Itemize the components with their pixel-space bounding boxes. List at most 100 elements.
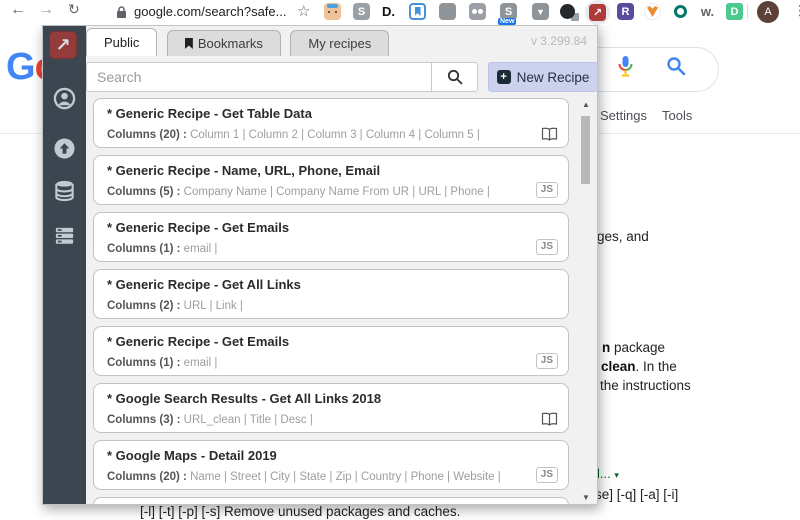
settings-link[interactable]: Settings <box>600 108 647 123</box>
chrome-menu-icon[interactable]: ⋮ <box>793 2 800 19</box>
circle-teal-icon[interactable] <box>672 3 689 20</box>
dataminer-icon[interactable]: ↗ <box>585 0 610 25</box>
recipe-card[interactable]: * Google Search Results - Get All Links … <box>93 383 569 433</box>
back-icon[interactable]: ← <box>10 1 26 19</box>
screen: ← → ↻ google.com/search?safe... ☆ S D. S… <box>0 0 800 520</box>
binoculars-icon[interactable] <box>469 3 486 20</box>
recipe-card[interactable]: * Generic Recipe - Get Emails Columns (1… <box>93 212 569 262</box>
recipe-card[interactable]: * Generic Recipe - Get Emails Columns (1… <box>93 326 569 376</box>
recipe-columns-label: Columns (1) : <box>107 243 181 255</box>
url-dropdown-icon[interactable]: ▾ <box>614 470 619 480</box>
search-button[interactable] <box>431 62 478 92</box>
recipe-columns-label: Columns (20) : <box>107 471 187 483</box>
snippet-rest: package <box>610 340 666 355</box>
mic-icon[interactable] <box>617 55 634 79</box>
result-snippet: clean. In the <box>601 359 677 374</box>
result-url-link[interactable]: l... ▾ <box>597 466 619 481</box>
dataminer-logo-icon[interactable]: ↗ <box>49 31 77 59</box>
funnel-glyph: ▼ <box>536 6 545 17</box>
tab-my-recipes[interactable]: My recipes <box>290 30 390 56</box>
recipe-area: * Generic Recipe - Get Table Data Column… <box>86 98 599 504</box>
tools-link[interactable]: Tools <box>662 108 692 123</box>
recipe-card[interactable]: * Generic Recipe - Name, URL, Phone, Ema… <box>93 155 569 205</box>
bookmark-blue-icon[interactable] <box>409 3 426 20</box>
book-icon <box>541 412 558 426</box>
new-badge: New <box>498 18 517 25</box>
tab-bar: Public Bookmarks My recipes <box>86 28 394 56</box>
reload-icon[interactable]: ↻ <box>68 1 80 18</box>
recipe-card-partial[interactable] <box>93 497 569 504</box>
recipe-columns: Columns (2) : URL | Link | <box>107 300 528 312</box>
recipe-title: * Generic Recipe - Get Emails <box>107 220 290 235</box>
filter-icon[interactable]: ▼ <box>532 3 549 20</box>
book-icon <box>541 127 558 141</box>
google-search-icon[interactable] <box>666 56 686 76</box>
recipe-columns: Columns (3) : URL_clean | Title | Desc | <box>107 414 528 426</box>
plus-icon: + <box>496 70 511 84</box>
emoji-eye <box>328 11 330 13</box>
recipe-columns-label: Columns (3) : <box>107 414 181 426</box>
result-url-text: l... <box>597 466 611 481</box>
recipe-columns-values: Company Name | Company Name From UR | UR… <box>180 186 490 198</box>
recipe-list: * Generic Recipe - Get Table Data Column… <box>86 98 599 490</box>
recipe-columns-label: Columns (1) : <box>107 357 181 369</box>
recipe-card[interactable]: * Google Maps - Detail 2019 Columns (20)… <box>93 440 569 490</box>
s-gray-icon[interactable]: S <box>353 3 370 20</box>
recipe-columns: Columns (1) : email | <box>107 357 528 369</box>
recipe-columns: Columns (5) : Company Name | Company Nam… <box>107 186 528 198</box>
d-dot-icon[interactable]: D. <box>380 3 397 20</box>
result-snippet: the instructions <box>600 378 691 393</box>
snippet-rest: . In the <box>635 359 677 374</box>
recipe-columns-values: email | <box>180 357 218 369</box>
snippet-bold: n <box>602 340 611 355</box>
recipe-title: * Google Maps - Detail 2019 <box>107 448 277 463</box>
search-input[interactable] <box>86 62 432 92</box>
upload-icon[interactable] <box>53 137 76 160</box>
scroll-up-icon[interactable]: ▲ <box>579 100 593 109</box>
snippet-bold: clean <box>601 359 636 374</box>
profile-avatar[interactable]: A <box>757 1 779 23</box>
result-snippet-bottom: [-l] [-t] [-p] [-s] Remove unused packag… <box>140 504 461 519</box>
js-badge: JS <box>535 467 558 483</box>
popup-scrollbar[interactable]: ▲ ▼ <box>579 98 593 504</box>
scroll-down-icon[interactable]: ▼ <box>579 493 593 502</box>
w-dot-icon[interactable]: w. <box>699 3 716 20</box>
popup-sidebar: ↗ <box>43 26 86 504</box>
recipe-columns-values: URL | Link | <box>180 300 243 312</box>
extension-popup: ↗ Public Bookmarks My recipes v 3.299.84… <box>42 25 598 505</box>
gray-app-icon[interactable] <box>439 3 456 20</box>
recipe-columns-values: URL_clean | Title | Desc | <box>180 414 313 426</box>
address-bar[interactable]: google.com/search?safe... <box>134 4 286 19</box>
new-recipe-button[interactable]: + New Recipe <box>488 62 598 92</box>
bookmark-tab-icon <box>184 38 193 49</box>
recipe-columns-values: Column 1 | Column 2 | Column 3 | Column … <box>186 129 480 141</box>
js-badge: JS <box>535 239 558 255</box>
tab-public[interactable]: Public <box>86 28 158 56</box>
bookmark-star-icon[interactable]: ☆ <box>297 2 310 20</box>
bookmark-glyph <box>414 7 421 16</box>
tab-bookmarks[interactable]: Bookmarks <box>166 30 281 56</box>
r-purple-icon[interactable]: R <box>617 3 634 20</box>
fox-icon[interactable] <box>644 3 661 20</box>
account-icon[interactable] <box>53 87 76 110</box>
dataminer-arrow: ↗ <box>589 4 606 21</box>
lens <box>472 9 477 14</box>
s-new-icon[interactable]: S New <box>498 3 517 25</box>
server-icon[interactable] <box>53 224 76 247</box>
recipe-card[interactable]: * Generic Recipe - Get All Links Columns… <box>93 269 569 319</box>
recipe-columns-label: Columns (2) : <box>107 300 181 312</box>
tab-bookmarks-label: Bookmarks <box>197 36 263 51</box>
result-snippet: se] [-q] [-a] [-i] <box>595 487 679 502</box>
emoji-eye <box>335 11 337 13</box>
database-icon[interactable] <box>53 179 76 202</box>
scroll-thumb[interactable] <box>581 116 590 184</box>
popup-content: Public Bookmarks My recipes v 3.299.84 +… <box>86 26 599 504</box>
forward-icon[interactable]: → <box>38 1 54 19</box>
recipe-columns: Columns (1) : email | <box>107 243 528 255</box>
d-green-icon[interactable]: D <box>726 3 743 20</box>
recipe-columns-values: Name | Street | City | State | Zip | Cou… <box>186 471 501 483</box>
js-badge: JS <box>535 182 558 198</box>
emoji-face-icon[interactable] <box>324 3 341 20</box>
github-icon[interactable] <box>560 3 579 21</box>
recipe-card[interactable]: * Generic Recipe - Get Table Data Column… <box>93 98 569 148</box>
